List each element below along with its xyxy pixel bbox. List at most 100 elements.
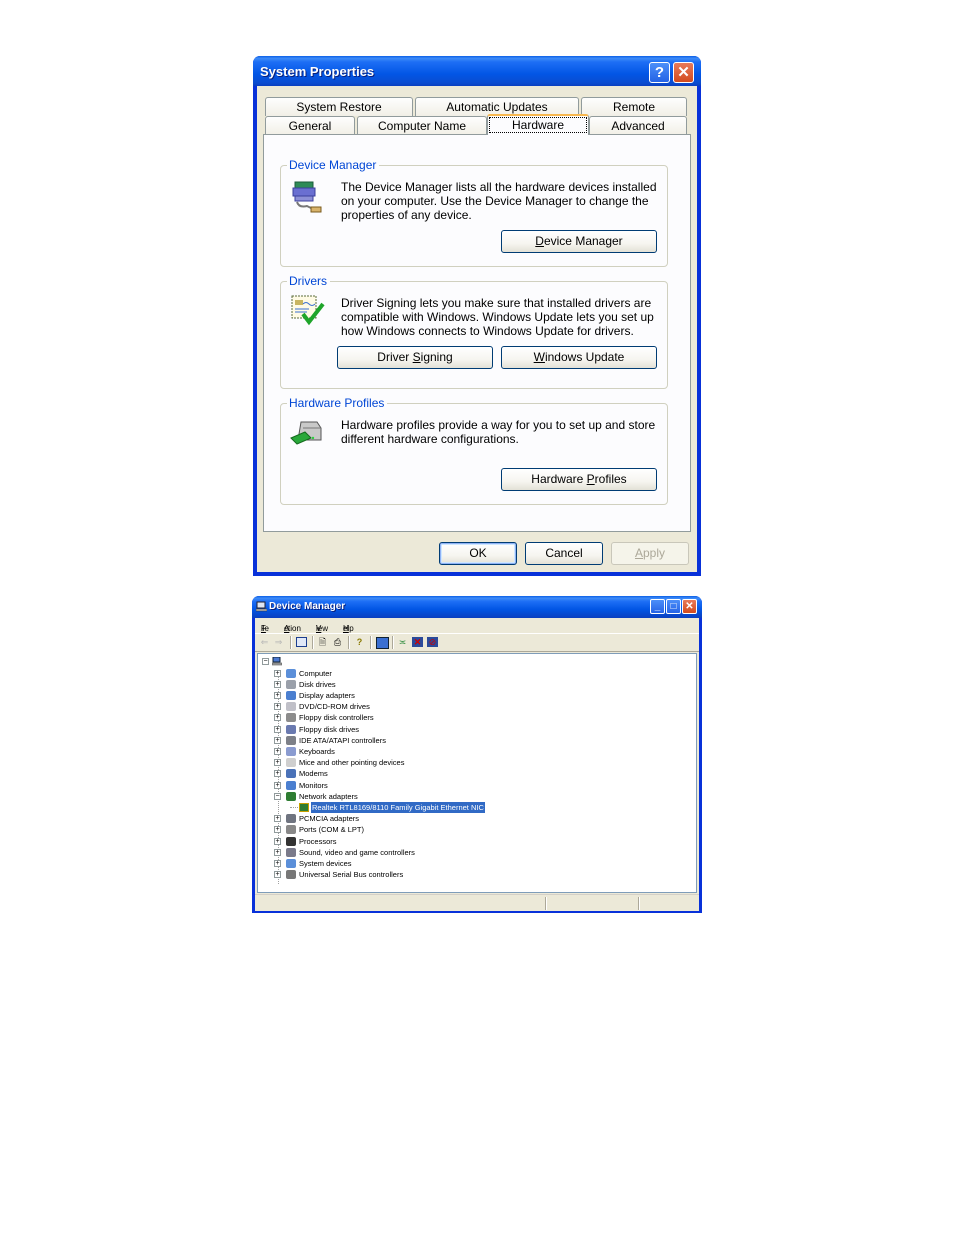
window-title: System Properties — [260, 64, 375, 79]
menu-bar: File Action View Help — [261, 624, 354, 633]
hardware-profiles-icon — [289, 416, 325, 452]
forward-icon[interactable]: ⇒ — [273, 637, 284, 647]
expand-icon[interactable]: + — [274, 747, 281, 755]
collapse-icon[interactable]: − — [274, 792, 281, 800]
show-hide-console-tree-icon[interactable] — [296, 637, 307, 647]
cdrom-icon — [286, 702, 296, 712]
expand-icon[interactable]: + — [274, 703, 281, 711]
scan-hardware-icon[interactable] — [376, 637, 389, 649]
selected-device-label: Realtek RTL8169/8110 Family Gigabit Ethe… — [311, 801, 485, 813]
help-icon[interactable]: ? — [354, 637, 365, 647]
expand-icon[interactable]: + — [274, 837, 281, 845]
print-icon[interactable]: ⎙ — [332, 637, 343, 647]
tree-item-label: Ports (COM & LPT) — [299, 825, 365, 835]
tree-item-label: Display adapters — [299, 690, 355, 700]
disable-icon[interactable]: ⊘ — [427, 637, 438, 647]
expand-icon[interactable]: + — [274, 859, 281, 867]
ok-button[interactable]: OK — [439, 542, 517, 565]
windows-update-button[interactable]: Windows Update — [501, 346, 657, 369]
usb-icon — [286, 870, 296, 880]
toolbar-separator — [370, 636, 372, 649]
display-adapter-icon — [286, 690, 296, 700]
tab-remote[interactable]: Remote — [581, 97, 687, 116]
toolbar-separator — [348, 636, 350, 649]
system-device-icon — [286, 858, 296, 868]
help-button[interactable]: ? — [649, 62, 670, 83]
title-bar[interactable]: Device Manager _ □ ✕ — [252, 596, 702, 618]
status-divider — [638, 897, 640, 910]
tree-item-label: Computer — [299, 668, 332, 678]
properties-icon[interactable]: 🗎 — [317, 637, 328, 647]
close-button[interactable]: ✕ — [673, 62, 694, 83]
pcmcia-icon — [286, 814, 296, 824]
tree-item-label: Modems — [299, 769, 328, 779]
expand-icon[interactable]: + — [274, 736, 281, 744]
tree-item-label: IDE ATA/ATAPI controllers — [299, 735, 386, 745]
tab-advanced[interactable]: Advanced — [589, 116, 687, 135]
tab-computer-name[interactable]: Computer Name — [357, 116, 487, 135]
expand-icon[interactable]: + — [274, 770, 281, 778]
close-icon: ✕ — [677, 64, 690, 81]
expand-icon[interactable]: + — [274, 714, 281, 722]
device-manager-group: Device Manager The Device Manager lists … — [280, 158, 668, 267]
tab-hardware[interactable]: Hardware — [487, 114, 589, 135]
expand-icon[interactable]: + — [274, 725, 281, 733]
tab-general[interactable]: General — [265, 116, 355, 135]
expand-icon[interactable]: + — [274, 669, 281, 677]
expand-icon[interactable]: + — [274, 848, 281, 856]
expand-icon[interactable]: + — [274, 680, 281, 688]
hardware-tab-panel: Device Manager The Device Manager lists … — [263, 134, 691, 532]
tab-system-restore[interactable]: System Restore — [265, 97, 413, 116]
expand-icon[interactable]: + — [274, 781, 281, 789]
tree-item-label: Network adapters — [299, 791, 358, 801]
computer-root-icon — [272, 657, 282, 666]
tree-item-label: Monitors — [299, 780, 328, 790]
status-divider — [545, 897, 547, 910]
apply-button[interactable]: Apply — [611, 542, 689, 565]
disk-drive-icon — [286, 679, 296, 689]
device-manager-app-icon — [256, 601, 267, 612]
hardware-profiles-button[interactable]: Hardware Profiles — [501, 468, 657, 491]
computer-icon — [286, 668, 296, 678]
dialog-body: System Restore Automatic Updates Remote … — [257, 86, 697, 572]
modem-icon — [286, 769, 296, 779]
update-driver-icon[interactable]: ≍ — [397, 637, 408, 647]
floppy-drive-icon — [286, 724, 296, 734]
floppy-controller-icon — [286, 713, 296, 723]
ide-controller-icon — [286, 735, 296, 745]
tree-item-label: Floppy disk controllers — [299, 713, 374, 723]
driver-signing-button[interactable]: Driver Signing — [337, 346, 493, 369]
tree-item-label: Mice and other pointing devices — [299, 758, 405, 768]
cancel-button[interactable]: Cancel — [525, 542, 603, 565]
expand-icon[interactable]: + — [274, 815, 281, 823]
device-manager-button[interactable]: Device Manager — [501, 230, 657, 253]
minimize-button[interactable]: _ — [650, 599, 665, 614]
network-adapter-icon — [286, 791, 296, 801]
minimize-icon: _ — [654, 601, 661, 612]
tree-item-label: DVD/CD-ROM drives — [299, 702, 370, 712]
maximize-button[interactable]: □ — [666, 599, 681, 614]
close-button[interactable]: ✕ — [682, 599, 697, 614]
toolbar-separator — [290, 636, 292, 649]
title-bar[interactable]: System Properties ? ✕ — [253, 56, 701, 86]
tree-item-label: System devices — [299, 858, 352, 868]
maximize-icon: □ — [670, 601, 677, 612]
collapse-icon[interactable]: − — [262, 658, 269, 665]
expand-icon[interactable]: + — [274, 826, 281, 834]
drivers-description: Driver Signing lets you make sure that i… — [341, 296, 654, 338]
back-icon[interactable]: ⇐ — [259, 637, 270, 647]
group-legend: Device Manager — [287, 158, 380, 172]
status-bar — [255, 894, 699, 911]
device-tree: − + Computer + Disk drives + Display adapters… — [257, 653, 697, 893]
monitor-icon — [286, 780, 296, 790]
network-card-icon — [299, 802, 309, 812]
toolbar: ⇐ ⇒ 🗎 ⎙ ? ≍ ✕ ⊘ — [255, 633, 699, 652]
close-icon: ✕ — [685, 601, 694, 612]
expand-icon[interactable]: + — [274, 759, 281, 767]
tree-item-label: PCMCIA adapters — [299, 814, 360, 824]
help-icon: ? — [654, 64, 665, 81]
uninstall-icon[interactable]: ✕ — [412, 637, 423, 647]
group-legend: Hardware Profiles — [287, 396, 388, 410]
expand-icon[interactable]: + — [274, 691, 281, 699]
expand-icon[interactable]: + — [274, 871, 281, 879]
